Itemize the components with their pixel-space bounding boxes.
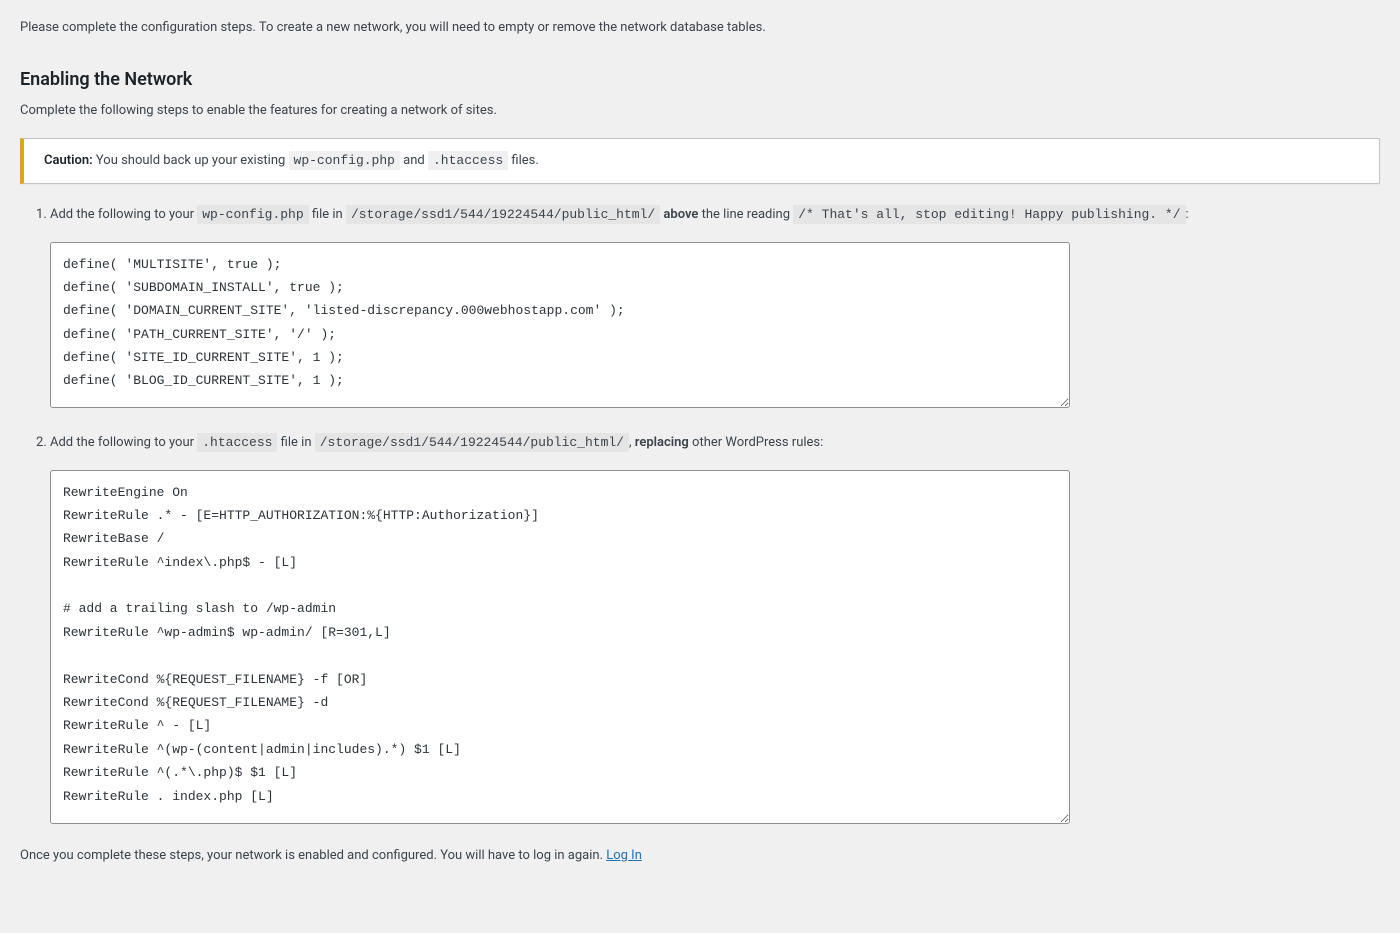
step1-path: /storage/ssd1/544/19224544/public_html/ (346, 205, 660, 224)
step2-replacing: replacing (635, 435, 689, 450)
caution-notice: Caution: You should back up your existin… (20, 138, 1380, 184)
step1-file: wp-config.php (197, 205, 308, 224)
outro-text: Once you complete these steps, your netw… (20, 846, 1380, 866)
login-link[interactable]: Log In (606, 848, 642, 863)
step-2: Add the following to your .htaccess file… (50, 430, 1380, 824)
step2-end: other WordPress rules: (689, 435, 823, 450)
step1-comment: /* That's all, stop editing! Happy publi… (793, 205, 1185, 224)
step-2-text: Add the following to your .htaccess file… (50, 433, 823, 452)
step-1-text: Add the following to your wp-config.php … (50, 205, 1189, 224)
notice-after: files. (508, 153, 539, 168)
step1-end: : (1186, 207, 1189, 222)
step2-mid1: file in (277, 435, 314, 450)
step1-pre: Add the following to your (50, 207, 197, 222)
step1-above: above (663, 207, 698, 222)
notice-prefix: Caution: (44, 153, 93, 168)
notice-paragraph: Caution: You should back up your existin… (44, 151, 1359, 171)
step2-file: .htaccess (197, 433, 277, 452)
wpconfig-code-textarea[interactable] (50, 242, 1070, 408)
step2-pre: Add the following to your (50, 435, 197, 450)
steps-list: Add the following to your wp-config.php … (50, 202, 1380, 824)
notice-file2: .htaccess (428, 151, 508, 170)
step-1: Add the following to your wp-config.php … (50, 202, 1380, 408)
notice-file1: wp-config.php (289, 151, 400, 170)
section-heading: Enabling the Network (20, 66, 1380, 93)
step2-path: /storage/ssd1/544/19224544/public_html/ (315, 433, 629, 452)
outro-body: Once you complete these steps, your netw… (20, 848, 606, 863)
htaccess-code-textarea[interactable] (50, 470, 1070, 824)
intro-text: Please complete the configuration steps.… (20, 0, 1380, 50)
section-description: Complete the following steps to enable t… (20, 101, 1380, 121)
notice-before: You should back up your existing (93, 153, 289, 168)
notice-between: and (400, 153, 428, 168)
step1-mid3: the line reading (698, 207, 793, 222)
step1-mid1: file in (309, 207, 346, 222)
